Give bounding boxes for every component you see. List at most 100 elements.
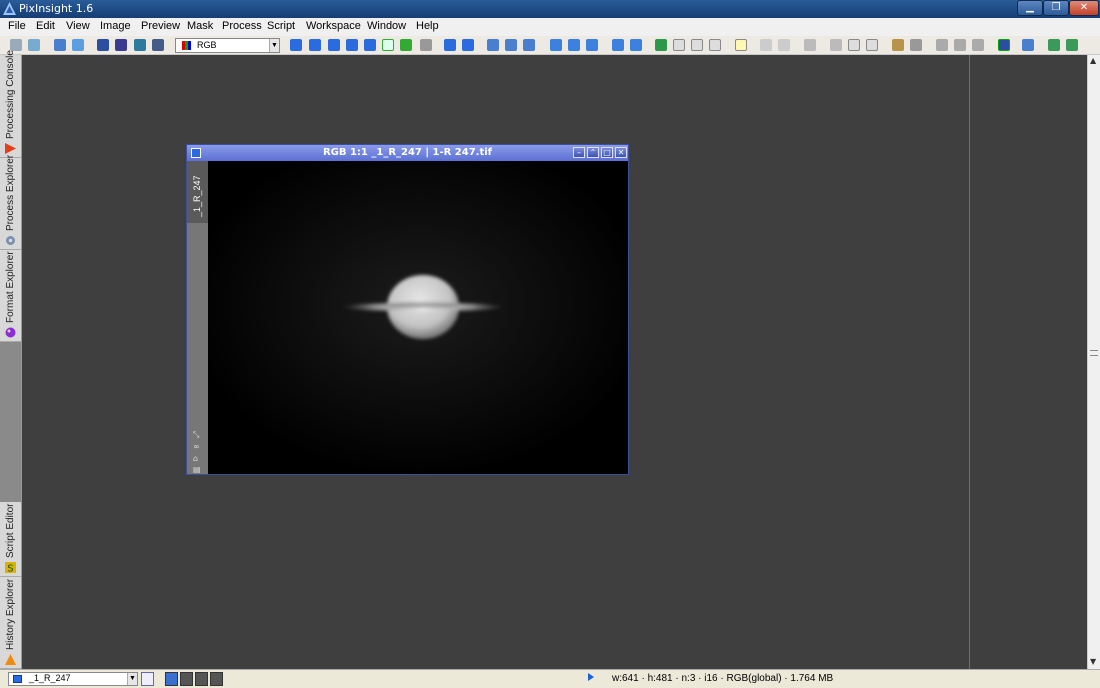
saturn-image <box>208 161 628 474</box>
display-mode-4-button[interactable] <box>210 672 223 686</box>
view-icon <box>13 675 22 683</box>
close-button[interactable]: ✕ <box>1069 0 1099 16</box>
status-bar: _1_R_247 ▼ w:641 · h:481 · n:3 · i16 · R… <box>0 669 1100 688</box>
menu-edit[interactable]: Edit <box>36 20 55 32</box>
options-icon[interactable]: ▤ <box>193 466 202 474</box>
chevron-down-icon: ▼ <box>269 39 279 52</box>
page-icon[interactable] <box>382 39 394 51</box>
tool-15-icon[interactable] <box>1066 39 1078 51</box>
tool-10-icon[interactable] <box>954 39 966 51</box>
display-mode-1-button[interactable] <box>165 672 178 686</box>
mask-icon[interactable] <box>655 39 667 51</box>
resize-icon[interactable]: ⤡ <box>193 431 202 439</box>
menu-file[interactable]: File <box>8 20 26 32</box>
channel-rgb-icon[interactable] <box>97 39 109 51</box>
mask-show-icon[interactable] <box>673 39 685 51</box>
image-view-tab[interactable]: _1_R_247 <box>187 161 208 223</box>
menu-window[interactable]: Window <box>367 20 406 32</box>
image-canvas[interactable] <box>208 161 628 474</box>
menu-preview[interactable]: Preview <box>141 20 180 32</box>
duplicate-icon[interactable] <box>72 39 84 51</box>
image-minimize-button[interactable]: – <box>573 147 585 158</box>
format-sphere-icon <box>5 327 16 338</box>
dock-tab-script-editor[interactable]: Script Editor S <box>0 502 21 577</box>
dock-tab-format-explorer[interactable]: Format Explorer <box>0 250 21 342</box>
image-maximize-button[interactable]: □ <box>601 147 613 158</box>
tool-1-icon[interactable] <box>760 39 772 51</box>
menu-view[interactable]: View <box>66 20 90 32</box>
tool-9-icon[interactable] <box>936 39 948 51</box>
svg-text:S: S <box>7 564 13 574</box>
image-window[interactable]: RGB 1:1 _1_R_247 | 1-R 247.tif – ⌃ □ ✕ _… <box>186 144 629 475</box>
zoom-out-icon[interactable] <box>462 39 474 51</box>
tool-14-icon[interactable] <box>1048 39 1060 51</box>
tool-11-icon[interactable] <box>972 39 984 51</box>
play-icon <box>5 143 16 154</box>
tool-5-icon[interactable] <box>848 39 860 51</box>
channel-split-icon[interactable] <box>115 39 127 51</box>
left-dock: Processing Console Process Explorer Form… <box>0 50 22 669</box>
pan-icon[interactable] <box>346 39 358 51</box>
dock-tab-process-explorer[interactable]: Process Explorer <box>0 155 21 250</box>
dollar-icon[interactable] <box>364 39 376 51</box>
menu-mask[interactable]: Mask <box>187 20 213 32</box>
tool-2-icon[interactable] <box>778 39 790 51</box>
view-2-icon[interactable] <box>568 39 580 51</box>
lock-icon[interactable]: ⌂ <box>193 455 202 463</box>
color-space-icon[interactable] <box>152 39 164 51</box>
mask-enable-icon[interactable] <box>709 39 721 51</box>
zoom-1-1-icon[interactable] <box>487 39 499 51</box>
view-doc-icon[interactable] <box>141 672 154 686</box>
tool-6-icon[interactable] <box>866 39 878 51</box>
zoom-in-icon[interactable] <box>444 39 456 51</box>
image-close-button[interactable]: ✕ <box>615 147 627 158</box>
menu-process[interactable]: Process <box>222 20 262 32</box>
image-shade-button[interactable]: ⌃ <box>587 147 599 158</box>
green-page-icon[interactable] <box>400 39 412 51</box>
menu-help[interactable]: Help <box>416 20 439 32</box>
zoom-2-1-icon[interactable] <box>523 39 535 51</box>
mask-invert-icon[interactable] <box>691 39 703 51</box>
link-icon[interactable]: ∞ <box>193 443 202 451</box>
scroll-up-icon[interactable]: ▲ <box>1090 56 1096 65</box>
pixinsight-logo-icon <box>3 2 16 15</box>
preview-1-icon[interactable] <box>612 39 624 51</box>
redo-icon[interactable] <box>28 39 40 51</box>
dock-tab-history-explorer[interactable]: History Explorer <box>0 577 21 669</box>
tool-4-icon[interactable] <box>830 39 842 51</box>
dock-tab-processing-console[interactable]: Processing Console <box>0 50 21 158</box>
new-image-icon[interactable] <box>54 39 66 51</box>
display-mode-2-button[interactable] <box>180 672 193 686</box>
fit-view-icon[interactable] <box>309 39 321 51</box>
play-icon[interactable] <box>588 673 594 681</box>
view-3-icon[interactable] <box>586 39 598 51</box>
image-window-title[interactable]: RGB 1:1 _1_R_247 | 1-R 247.tif <box>187 145 628 161</box>
tool-8-icon[interactable] <box>910 39 922 51</box>
menu-script[interactable]: Script <box>267 20 295 32</box>
zoom-fit-icon[interactable] <box>328 39 340 51</box>
channel-merge-icon[interactable] <box>134 39 146 51</box>
highlight-icon[interactable] <box>735 39 747 51</box>
menu-image[interactable]: Image <box>100 20 131 32</box>
preview-2-icon[interactable] <box>630 39 642 51</box>
zoom-1-2-icon[interactable] <box>505 39 517 51</box>
scroll-grip[interactable] <box>1090 350 1098 356</box>
move-icon[interactable] <box>290 39 302 51</box>
tool-12-icon[interactable] <box>998 39 1010 51</box>
tool-7-icon[interactable] <box>892 39 904 51</box>
display-mode-3-button[interactable] <box>195 672 208 686</box>
scroll-down-icon[interactable]: ▼ <box>1090 657 1096 666</box>
view-mode-select[interactable]: RGB ▼ <box>175 38 280 53</box>
tool-13-icon[interactable] <box>1022 39 1034 51</box>
view-1-icon[interactable] <box>550 39 562 51</box>
minimize-button[interactable]: ▁ <box>1017 0 1043 16</box>
script-s-icon: S <box>5 562 16 573</box>
pointer-icon[interactable] <box>420 39 432 51</box>
status-view-select[interactable]: _1_R_247 ▼ <box>8 672 138 686</box>
tool-3-icon[interactable] <box>804 39 816 51</box>
gear-icon <box>6 236 15 245</box>
vertical-scrollbar[interactable]: ▲ ▼ <box>1087 55 1100 669</box>
menu-workspace[interactable]: Workspace <box>306 20 361 32</box>
chevron-down-icon: ▼ <box>127 673 137 685</box>
maximize-button[interactable]: ❐ <box>1043 0 1069 16</box>
